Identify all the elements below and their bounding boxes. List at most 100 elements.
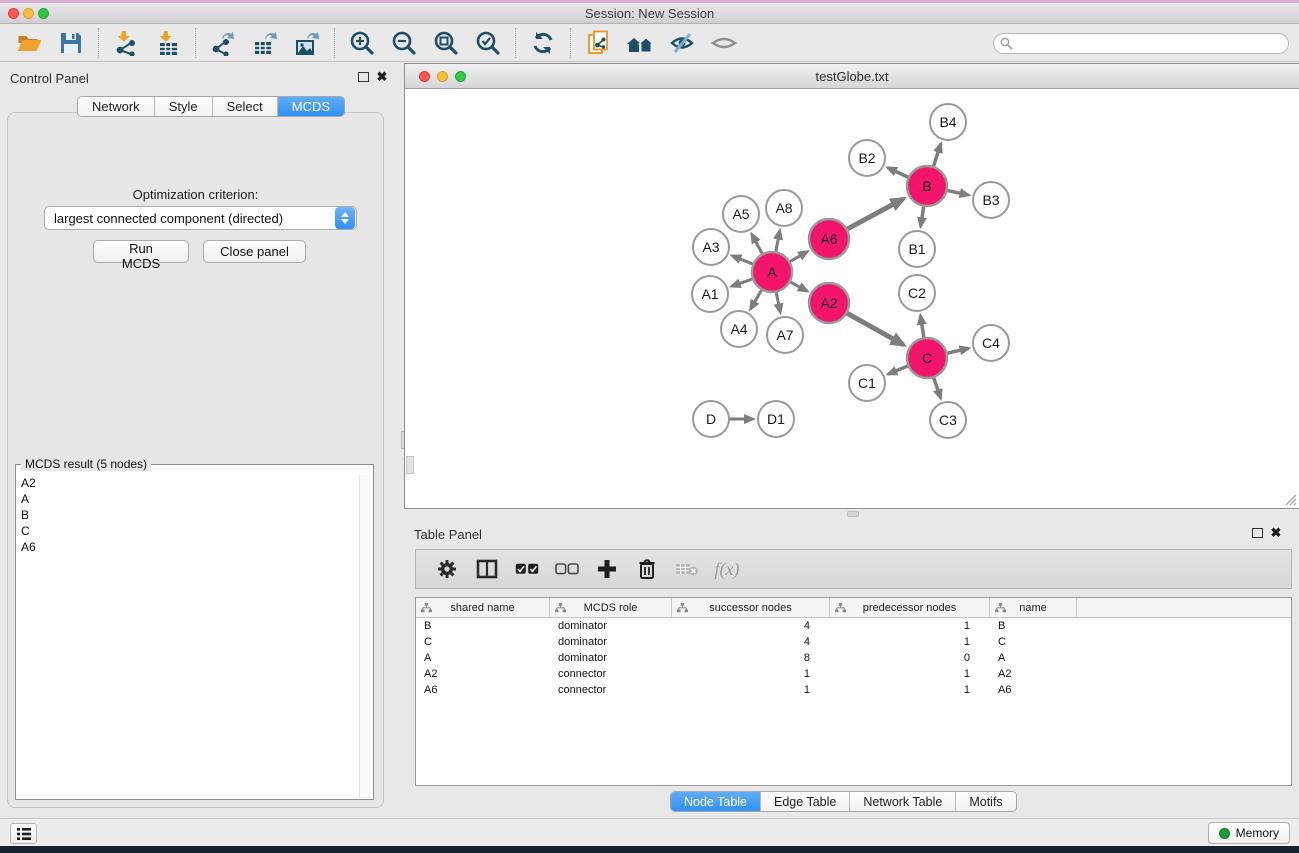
graph-node-A7[interactable]: A7 [767, 317, 803, 353]
float-table-panel-button[interactable] [1252, 528, 1263, 538]
table-cell[interactable]: C [416, 634, 550, 650]
delete-column-button[interactable] [630, 553, 664, 585]
table-cell[interactable]: 1 [672, 682, 830, 698]
export-network-button[interactable] [202, 26, 244, 60]
table-cell[interactable]: connector [550, 682, 672, 698]
graph-node-C4[interactable]: C4 [973, 325, 1009, 361]
table-cell[interactable]: A [416, 650, 550, 666]
table-cell[interactable]: 1 [830, 618, 990, 634]
tab-select[interactable]: Select [213, 97, 278, 116]
show-graphics-details-button[interactable] [703, 26, 745, 60]
graph-edge-A-A7[interactable] [776, 292, 780, 313]
table-cell[interactable]: A6 [416, 682, 550, 698]
tab-edge-table[interactable]: Edge Table [761, 792, 850, 811]
combo-stepper[interactable] [335, 207, 355, 229]
mcds-result-item[interactable]: B [17, 507, 359, 523]
graph-edge-B-B1[interactable] [921, 206, 924, 227]
graph-node-A4[interactable]: A4 [721, 311, 757, 347]
deselect-all-button[interactable] [550, 553, 584, 585]
graph-node-B3[interactable]: B3 [973, 182, 1009, 218]
table-cell[interactable]: A2 [990, 666, 1077, 682]
graph-node-C[interactable]: C [907, 338, 947, 378]
graph-node-B4[interactable]: B4 [930, 104, 966, 140]
add-column-button[interactable] [590, 553, 624, 585]
close-table-panel-button[interactable]: ✖ [1269, 526, 1283, 540]
graph-node-A3[interactable]: A3 [693, 229, 729, 265]
zoom-in-button[interactable] [341, 26, 383, 60]
table-options-button[interactable] [430, 553, 464, 585]
graph-node-B1[interactable]: B1 [899, 231, 935, 267]
export-image-button[interactable] [286, 26, 328, 60]
graph-node-C3[interactable]: C3 [930, 402, 966, 438]
apply-layout-button[interactable] [522, 26, 564, 60]
save-session-button[interactable] [50, 26, 92, 60]
graph-node-A1[interactable]: A1 [692, 276, 728, 312]
tab-node-table[interactable]: Node Table [671, 792, 761, 811]
resize-grip-icon[interactable] [1283, 492, 1297, 506]
vertical-splitter[interactable] [391, 63, 404, 818]
table-cell[interactable]: 1 [672, 666, 830, 682]
graph-edge-C-C1[interactable] [888, 366, 908, 374]
table-cell[interactable]: 1 [830, 682, 990, 698]
table-cell[interactable]: B [990, 618, 1077, 634]
network-canvas[interactable]: B4B2BB3A8A5A6B1A3AC2A1A2A4A7C4CC1DD1C3 [405, 89, 1298, 508]
graph-node-C2[interactable]: C2 [899, 275, 935, 311]
memory-button[interactable]: Memory [1208, 822, 1290, 844]
open-session-button[interactable] [8, 26, 50, 60]
zoom-fit-button[interactable] [425, 26, 467, 60]
float-panel-button[interactable] [358, 72, 369, 82]
table-cell[interactable]: 0 [830, 650, 990, 666]
graph-node-A6[interactable]: A6 [809, 219, 849, 259]
table-cell[interactable]: A6 [990, 682, 1077, 698]
tab-style[interactable]: Style [155, 97, 213, 116]
table-cell[interactable]: 8 [672, 650, 830, 666]
horizontal-splitter[interactable] [404, 509, 1299, 519]
graph-node-D1[interactable]: D1 [758, 401, 794, 437]
graph-edge-A6-B[interactable] [847, 199, 904, 230]
home-button[interactable] [619, 26, 661, 60]
table-cell[interactable]: B [416, 618, 550, 634]
hide-graphics-details-button[interactable] [661, 26, 703, 60]
graph-edge-B-B4[interactable] [933, 144, 941, 167]
zoom-out-button[interactable] [383, 26, 425, 60]
column-selector-button[interactable] [470, 553, 504, 585]
horizontal-splitter-grip[interactable] [847, 511, 859, 517]
mcds-result-item[interactable]: A [17, 491, 359, 507]
graph-edge-C-C3[interactable] [933, 377, 940, 398]
table-row[interactable]: Cdominator41C [416, 634, 1291, 650]
table-cell[interactable]: dominator [550, 634, 672, 650]
select-all-button[interactable] [510, 553, 544, 585]
mcds-result-scrollbar[interactable] [359, 475, 372, 798]
mcds-result-item[interactable]: A2 [17, 475, 359, 491]
table-row[interactable]: A6connector11A6 [416, 682, 1291, 698]
graph-edge-B-B2[interactable] [888, 168, 909, 178]
graph-edge-A-A5[interactable] [752, 234, 763, 254]
graph-node-A2[interactable]: A2 [809, 283, 849, 323]
import-network-button[interactable] [105, 26, 147, 60]
column-header[interactable]: MCDS role [550, 598, 672, 617]
table-cell[interactable]: 1 [830, 666, 990, 682]
column-header[interactable]: shared name [416, 598, 550, 617]
close-panel-button[interactable]: ✖ [375, 70, 389, 84]
tab-mcds[interactable]: MCDS [278, 97, 344, 116]
graph-edge-B-B3[interactable] [947, 190, 969, 195]
table-row[interactable]: Bdominator41B [416, 618, 1291, 634]
table-cell[interactable]: connector [550, 666, 672, 682]
network-left-grip[interactable] [406, 456, 414, 474]
column-header[interactable]: successor nodes [672, 598, 830, 617]
table-row[interactable]: Adominator80A [416, 650, 1291, 666]
run-mcds-button[interactable]: Run MCDS [93, 240, 189, 263]
graph-node-A8[interactable]: A8 [766, 190, 802, 226]
graph-node-A[interactable]: A [752, 252, 792, 292]
table-cell[interactable]: 1 [830, 634, 990, 650]
graph-edge-A-A1[interactable] [732, 279, 753, 287]
search-input[interactable] [993, 33, 1289, 54]
tab-motifs[interactable]: Motifs [956, 792, 1015, 811]
mcds-result-item[interactable]: C [17, 523, 359, 539]
import-table-button[interactable] [147, 26, 189, 60]
graph-edge-A-A3[interactable] [732, 256, 753, 265]
graph-edge-A-A4[interactable] [751, 289, 762, 309]
graph-edge-A-A6[interactable] [789, 252, 807, 262]
table-cell[interactable]: C [990, 634, 1077, 650]
mcds-result-item[interactable]: A6 [17, 539, 359, 555]
